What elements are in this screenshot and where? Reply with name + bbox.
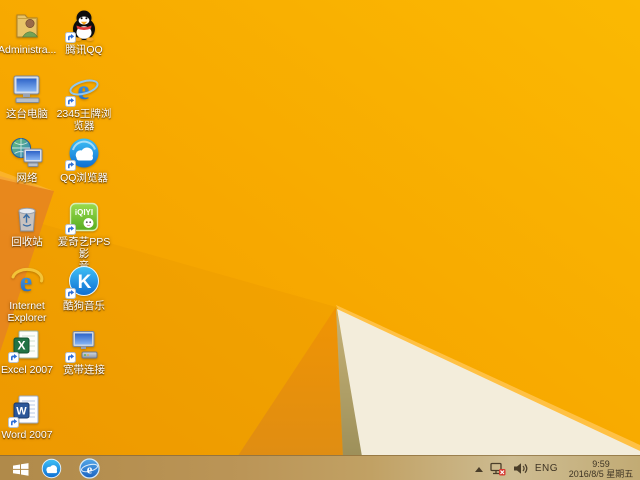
taskbar-e-browser-button[interactable]: e bbox=[76, 456, 102, 480]
icon-label: 回收站 bbox=[11, 236, 43, 248]
show-hidden-icons-chevron[interactable] bbox=[474, 466, 483, 472]
broadband-icon bbox=[65, 328, 101, 363]
icon-label: 宽带连接 bbox=[63, 364, 105, 376]
windows-logo-icon bbox=[12, 462, 28, 476]
desktop-screen: Administra... 这台电脑 网络 回收站 e Internet Exp… bbox=[0, 0, 640, 480]
computer-icon bbox=[10, 72, 44, 106]
shortcut-arrow-icon bbox=[65, 32, 76, 43]
icon-label: Word 2007 bbox=[1, 429, 53, 441]
icon-label: 这台电脑 bbox=[6, 108, 48, 120]
user-folder-icon bbox=[10, 8, 44, 42]
svg-text:e: e bbox=[78, 75, 90, 105]
network-globe-icon bbox=[10, 136, 44, 170]
blue-e-browser-icon: e bbox=[65, 72, 101, 107]
desktop-icon-2345-browser[interactable]: e 2345王牌浏 览器 bbox=[56, 72, 112, 132]
blue-e-browser-icon: e bbox=[78, 458, 100, 479]
desktop-icon-qq-browser[interactable]: QQ浏览器 bbox=[56, 136, 112, 184]
network-status-icon[interactable] bbox=[490, 462, 506, 476]
svg-text:iQIYI: iQIYI bbox=[75, 208, 93, 217]
shortcut-arrow-icon bbox=[8, 417, 19, 428]
internet-explorer-icon: e bbox=[10, 264, 44, 298]
clock-time: 9:59 bbox=[592, 458, 610, 469]
taskbar: e ENG 9:59 2016/8/5 星期五 bbox=[0, 455, 640, 480]
qq-penguin-icon bbox=[65, 8, 101, 43]
icon-label: Internet Explorer bbox=[7, 300, 47, 324]
desktop-icon-internet-explorer[interactable]: e Internet Explorer bbox=[0, 264, 55, 324]
svg-text:X: X bbox=[17, 339, 25, 353]
recycle-bin-icon bbox=[10, 200, 44, 234]
shortcut-arrow-icon bbox=[8, 352, 19, 363]
icon-label: QQ浏览器 bbox=[60, 172, 108, 184]
icon-label: Administra... bbox=[0, 44, 57, 56]
word-icon: W bbox=[8, 393, 44, 428]
shortcut-arrow-icon bbox=[65, 288, 76, 299]
taskbar-qq-browser-button[interactable] bbox=[38, 456, 64, 480]
clock[interactable]: 9:59 2016/8/5 星期五 bbox=[565, 459, 637, 479]
volume-icon[interactable] bbox=[513, 462, 528, 475]
desktop-icon-iqiyi-pps[interactable]: iQIYI 爱奇艺PPS 影 音 bbox=[56, 200, 112, 272]
shortcut-arrow-icon bbox=[65, 96, 76, 107]
kugou-k-icon: K bbox=[65, 264, 101, 299]
qq-browser-cloud-icon bbox=[41, 458, 61, 479]
language-indicator[interactable]: ENG bbox=[535, 463, 558, 474]
desktop-icon-recycle-bin[interactable]: 回收站 bbox=[0, 200, 55, 248]
desktop-icon-this-pc[interactable]: 这台电脑 bbox=[0, 72, 55, 120]
desktop-icon-tencent-qq[interactable]: 腾讯QQ bbox=[56, 8, 112, 56]
icon-label: Excel 2007 bbox=[1, 364, 53, 376]
start-button[interactable] bbox=[6, 456, 34, 480]
desktop-icon-excel-2007[interactable]: X Excel 2007 bbox=[0, 328, 55, 376]
icon-label: 酷狗音乐 bbox=[63, 300, 105, 312]
excel-icon: X bbox=[8, 328, 44, 363]
shortcut-arrow-icon bbox=[65, 224, 76, 235]
icon-label: 腾讯QQ bbox=[65, 44, 103, 56]
svg-text:W: W bbox=[16, 406, 27, 418]
svg-text:K: K bbox=[78, 272, 92, 293]
desktop-icon-kugou-music[interactable]: K 酷狗音乐 bbox=[56, 264, 112, 312]
desktop-icon-network[interactable]: 网络 bbox=[0, 136, 55, 184]
desktop-icon-broadband-connection[interactable]: 宽带连接 bbox=[56, 328, 112, 376]
iqiyi-icon: iQIYI bbox=[65, 200, 101, 235]
shortcut-arrow-icon bbox=[65, 352, 76, 363]
desktop-icon-administrator-folder[interactable]: Administra... bbox=[0, 8, 57, 56]
icon-label: 2345王牌浏 览器 bbox=[56, 108, 112, 132]
system-tray: ENG 9:59 2016/8/5 星期五 bbox=[474, 456, 637, 480]
clock-date: 2016/8/5 星期五 bbox=[568, 468, 634, 479]
shortcut-arrow-icon bbox=[65, 160, 76, 171]
qq-browser-cloud-icon bbox=[65, 136, 101, 171]
desktop-icon-word-2007[interactable]: W Word 2007 bbox=[0, 393, 55, 441]
icon-label: 网络 bbox=[16, 172, 38, 184]
